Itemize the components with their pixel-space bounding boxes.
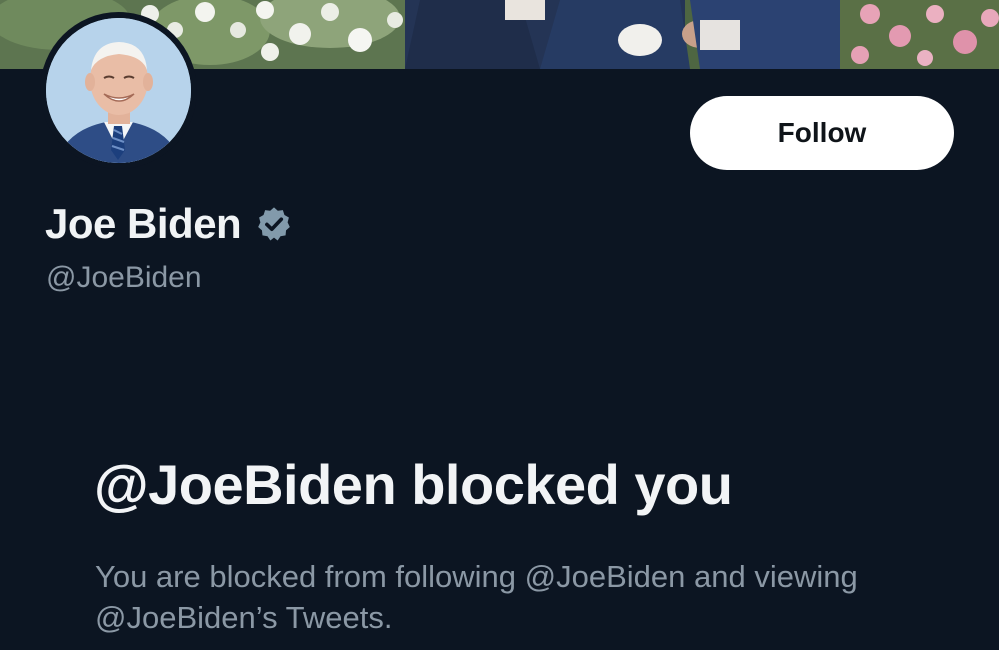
profile-photo [46, 18, 191, 163]
avatar[interactable] [40, 12, 197, 169]
follow-button[interactable]: Follow [690, 96, 954, 170]
verified-badge-icon[interactable] [255, 205, 293, 243]
profile-handle: @JoeBiden [46, 261, 202, 294]
display-name-row: Joe Biden [45, 196, 293, 252]
blocked-description: You are blocked from following @JoeBiden… [95, 559, 858, 635]
blocked-title: @JoeBiden blocked you [94, 453, 733, 516]
display-name: Joe Biden [45, 200, 242, 247]
profile-page: Follow Joe Biden @JoeBiden @JoeBiden blo… [0, 0, 999, 650]
